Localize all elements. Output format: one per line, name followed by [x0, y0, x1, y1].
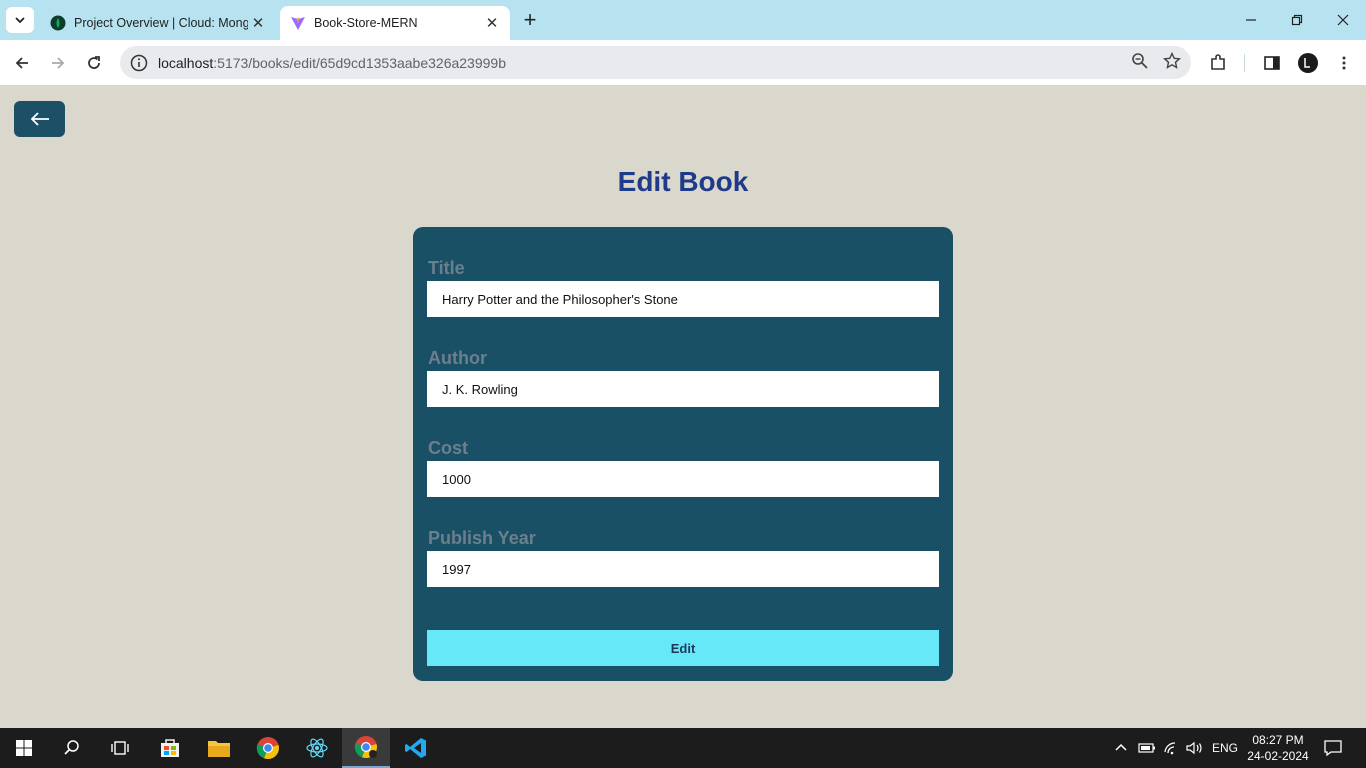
taskbar-react-devtools[interactable]	[293, 728, 341, 768]
notifications-button[interactable]	[1324, 728, 1342, 768]
more-vertical-icon	[1342, 56, 1346, 70]
side-panel-button[interactable]	[1258, 49, 1286, 77]
windows-taskbar: ENG 08:27 PM 24-02-2024	[0, 728, 1366, 768]
react-atom-icon	[306, 738, 328, 758]
bookmark-star-icon[interactable]	[1163, 52, 1181, 70]
search-icon	[64, 740, 79, 755]
chrome-icon	[256, 737, 279, 760]
url-text: localhost:5173/books/edit/65d9cd1353aabe…	[158, 55, 506, 71]
close-icon[interactable]: ✕	[482, 13, 502, 33]
tab-search-button[interactable]	[6, 7, 34, 33]
publish-year-input[interactable]: 1997	[427, 551, 939, 587]
url-host: localhost	[158, 54, 214, 71]
page-title: Edit Book	[617, 166, 749, 197]
edit-submit-button[interactable]: Edit	[427, 630, 939, 666]
clock-date: 24-02-2024	[1247, 749, 1309, 763]
author-input[interactable]: J. K. Rowling	[427, 371, 939, 407]
show-hidden-icons[interactable]	[1114, 728, 1128, 768]
taskbar-search-button[interactable]	[48, 728, 96, 768]
arrow-left-icon	[15, 57, 28, 69]
title-input[interactable]: Harry Potter and the Philosopher's Stone	[427, 281, 939, 317]
tab-book-store[interactable]: Book-Store-MERN ✕	[280, 6, 510, 40]
taskbar-clock[interactable]: 08:27 PM 24-02-2024	[1244, 732, 1312, 764]
wifi-icon[interactable]	[1163, 728, 1181, 768]
browser-menu-button[interactable]	[1330, 49, 1358, 77]
publish-year-label: Publish Year	[428, 528, 536, 548]
reload-button[interactable]	[80, 49, 108, 77]
volume-icon[interactable]	[1186, 728, 1204, 768]
start-button[interactable]	[0, 728, 48, 768]
browser-toolbar: localhost:5173/books/edit/65d9cd1353aabe…	[0, 40, 1366, 86]
extensions-button[interactable]	[1204, 49, 1232, 77]
minimize-icon	[1246, 19, 1256, 21]
task-view-button[interactable]	[96, 728, 144, 768]
notification-icon	[1324, 740, 1342, 757]
cost-input[interactable]: 1000	[427, 461, 939, 497]
tab-title: Project Overview | Cloud: Mong	[74, 16, 248, 30]
language-indicator[interactable]: ENG	[1212, 728, 1238, 768]
taskbar-chrome[interactable]	[244, 728, 292, 768]
close-window-button[interactable]	[1320, 0, 1366, 40]
author-label: Author	[428, 348, 487, 368]
arrow-right-icon	[52, 57, 65, 69]
close-icon[interactable]: ✕	[248, 13, 268, 33]
chevron-up-icon	[1115, 743, 1127, 751]
restore-button[interactable]	[1274, 0, 1320, 40]
new-tab-button[interactable]: +	[518, 7, 542, 32]
taskbar-file-explorer[interactable]	[195, 728, 243, 768]
taskbar-vscode[interactable]	[392, 728, 440, 768]
store-bag-icon	[161, 739, 179, 757]
taskbar-store-app[interactable]	[146, 728, 194, 768]
chrome-icon	[354, 736, 377, 759]
forward-nav-button[interactable]	[44, 49, 72, 77]
profile-avatar[interactable]	[1294, 49, 1322, 77]
windows-logo-icon	[16, 740, 32, 756]
address-bar[interactable]: localhost:5173/books/edit/65d9cd1353aabe…	[120, 46, 1191, 79]
taskbar-chrome-active[interactable]	[342, 728, 390, 768]
browser-tab-strip: Project Overview | Cloud: Mong ✕ Book-St…	[0, 0, 1366, 40]
title-label: Title	[428, 258, 465, 278]
vite-logo-icon	[290, 15, 306, 31]
back-nav-button[interactable]	[8, 49, 36, 77]
avatar-icon	[1298, 53, 1318, 73]
toolbar-divider	[1244, 54, 1245, 72]
chevron-down-icon	[15, 17, 25, 24]
zoom-icon[interactable]	[1131, 52, 1149, 70]
clock-time: 08:27 PM	[1252, 733, 1304, 747]
cost-label: Cost	[428, 438, 468, 458]
url-path: :5173/books/edit/65d9cd1353aabe326a23999…	[213, 54, 506, 71]
tab-title: Book-Store-MERN	[314, 16, 418, 30]
side-panel-icon	[1264, 56, 1280, 70]
site-info-icon[interactable]	[130, 54, 148, 72]
reload-icon	[88, 56, 100, 69]
battery-icon[interactable]	[1138, 728, 1156, 768]
edit-book-form: Title Harry Potter and the Philosopher's…	[413, 227, 953, 681]
folder-icon	[208, 741, 230, 757]
puzzle-icon	[1211, 54, 1225, 70]
mongodb-leaf-icon	[50, 15, 66, 31]
restore-icon	[1291, 14, 1303, 26]
task-view-icon	[111, 741, 129, 755]
close-icon	[1337, 14, 1349, 26]
back-button[interactable]	[14, 101, 65, 137]
arrow-left-icon	[30, 112, 49, 126]
tab-project-overview[interactable]: Project Overview | Cloud: Mong ✕	[40, 6, 276, 40]
vscode-icon	[405, 738, 426, 758]
minimize-button[interactable]	[1228, 0, 1274, 40]
